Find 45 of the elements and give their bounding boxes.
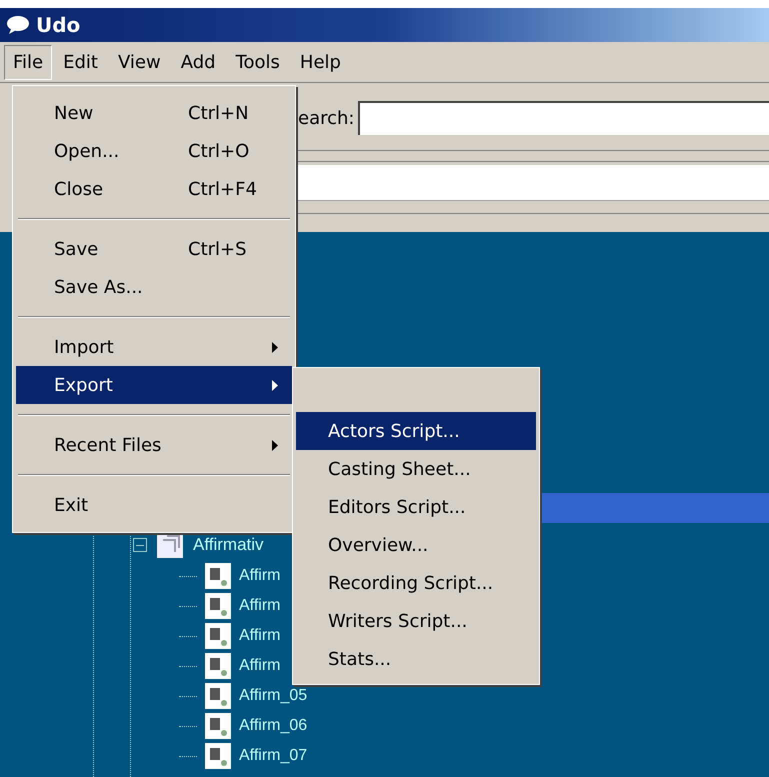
- menu-item[interactable]: Casting Sheet...: [296, 450, 536, 488]
- search-field[interactable]: [358, 101, 769, 135]
- tree-item[interactable]: Affirmativ: [193, 532, 264, 558]
- tree-item[interactable]: Affirm: [239, 594, 280, 618]
- tree-item[interactable]: Affirm: [239, 654, 280, 678]
- tree-item[interactable]: Affirm_05: [239, 684, 308, 708]
- search-label: earch:: [298, 106, 354, 130]
- document-icon: [205, 653, 231, 679]
- collapse-toggle-icon[interactable]: [133, 538, 147, 552]
- document-icon: [205, 743, 231, 769]
- menu-item[interactable]: Stats...: [296, 640, 536, 678]
- menu-item[interactable]: New Ctrl+N: [16, 94, 292, 132]
- document-icon: [205, 683, 231, 709]
- menu-bar-item[interactable]: View: [108, 44, 170, 80]
- document-icon: [205, 563, 231, 589]
- menu-item[interactable]: Overview...: [296, 526, 536, 564]
- speech-bubble-icon: [6, 15, 30, 35]
- menu-item[interactable]: Exit: [16, 486, 292, 524]
- menu-item[interactable]: Save As...: [16, 268, 292, 306]
- menu-item[interactable]: Recording Script...: [296, 564, 536, 602]
- tree-item[interactable]: Affirm_06: [239, 714, 308, 738]
- menu-item[interactable]: Recent Files: [16, 426, 292, 464]
- menu-item[interactable]: Import: [16, 328, 292, 366]
- submenu-arrow-icon: [272, 380, 278, 390]
- tree-item[interactable]: Affirm: [239, 624, 280, 648]
- menu-bar-item[interactable]: Tools: [226, 44, 289, 80]
- menu-bar-item[interactable]: Add: [172, 44, 225, 80]
- menu-item[interactable]: Open... Ctrl+O: [16, 132, 292, 170]
- menu-bar-item[interactable]: File: [4, 44, 52, 80]
- window-title: Udo: [36, 12, 80, 39]
- submenu-arrow-icon: [272, 440, 278, 450]
- menu-bar-item[interactable]: Help: [290, 44, 350, 80]
- submenu-arrow-icon: [272, 342, 278, 352]
- menu-item[interactable]: Export: [16, 366, 292, 404]
- menu-bar-item[interactable]: Edit: [54, 44, 107, 80]
- document-icon: [205, 713, 231, 739]
- tree-item[interactable]: Affirm: [239, 564, 280, 588]
- tree-item[interactable]: Affirm_07: [239, 744, 308, 768]
- menu-item[interactable]: Writers Script...: [296, 602, 536, 640]
- document-icon: [205, 593, 231, 619]
- document-icon: [205, 623, 231, 649]
- menu-item[interactable]: Close Ctrl+F4: [16, 170, 292, 208]
- menu-item[interactable]: Editors Script...: [296, 488, 536, 526]
- menu-item[interactable]: Save Ctrl+S: [16, 230, 292, 268]
- menu-item[interactable]: Actors Script...: [296, 412, 536, 450]
